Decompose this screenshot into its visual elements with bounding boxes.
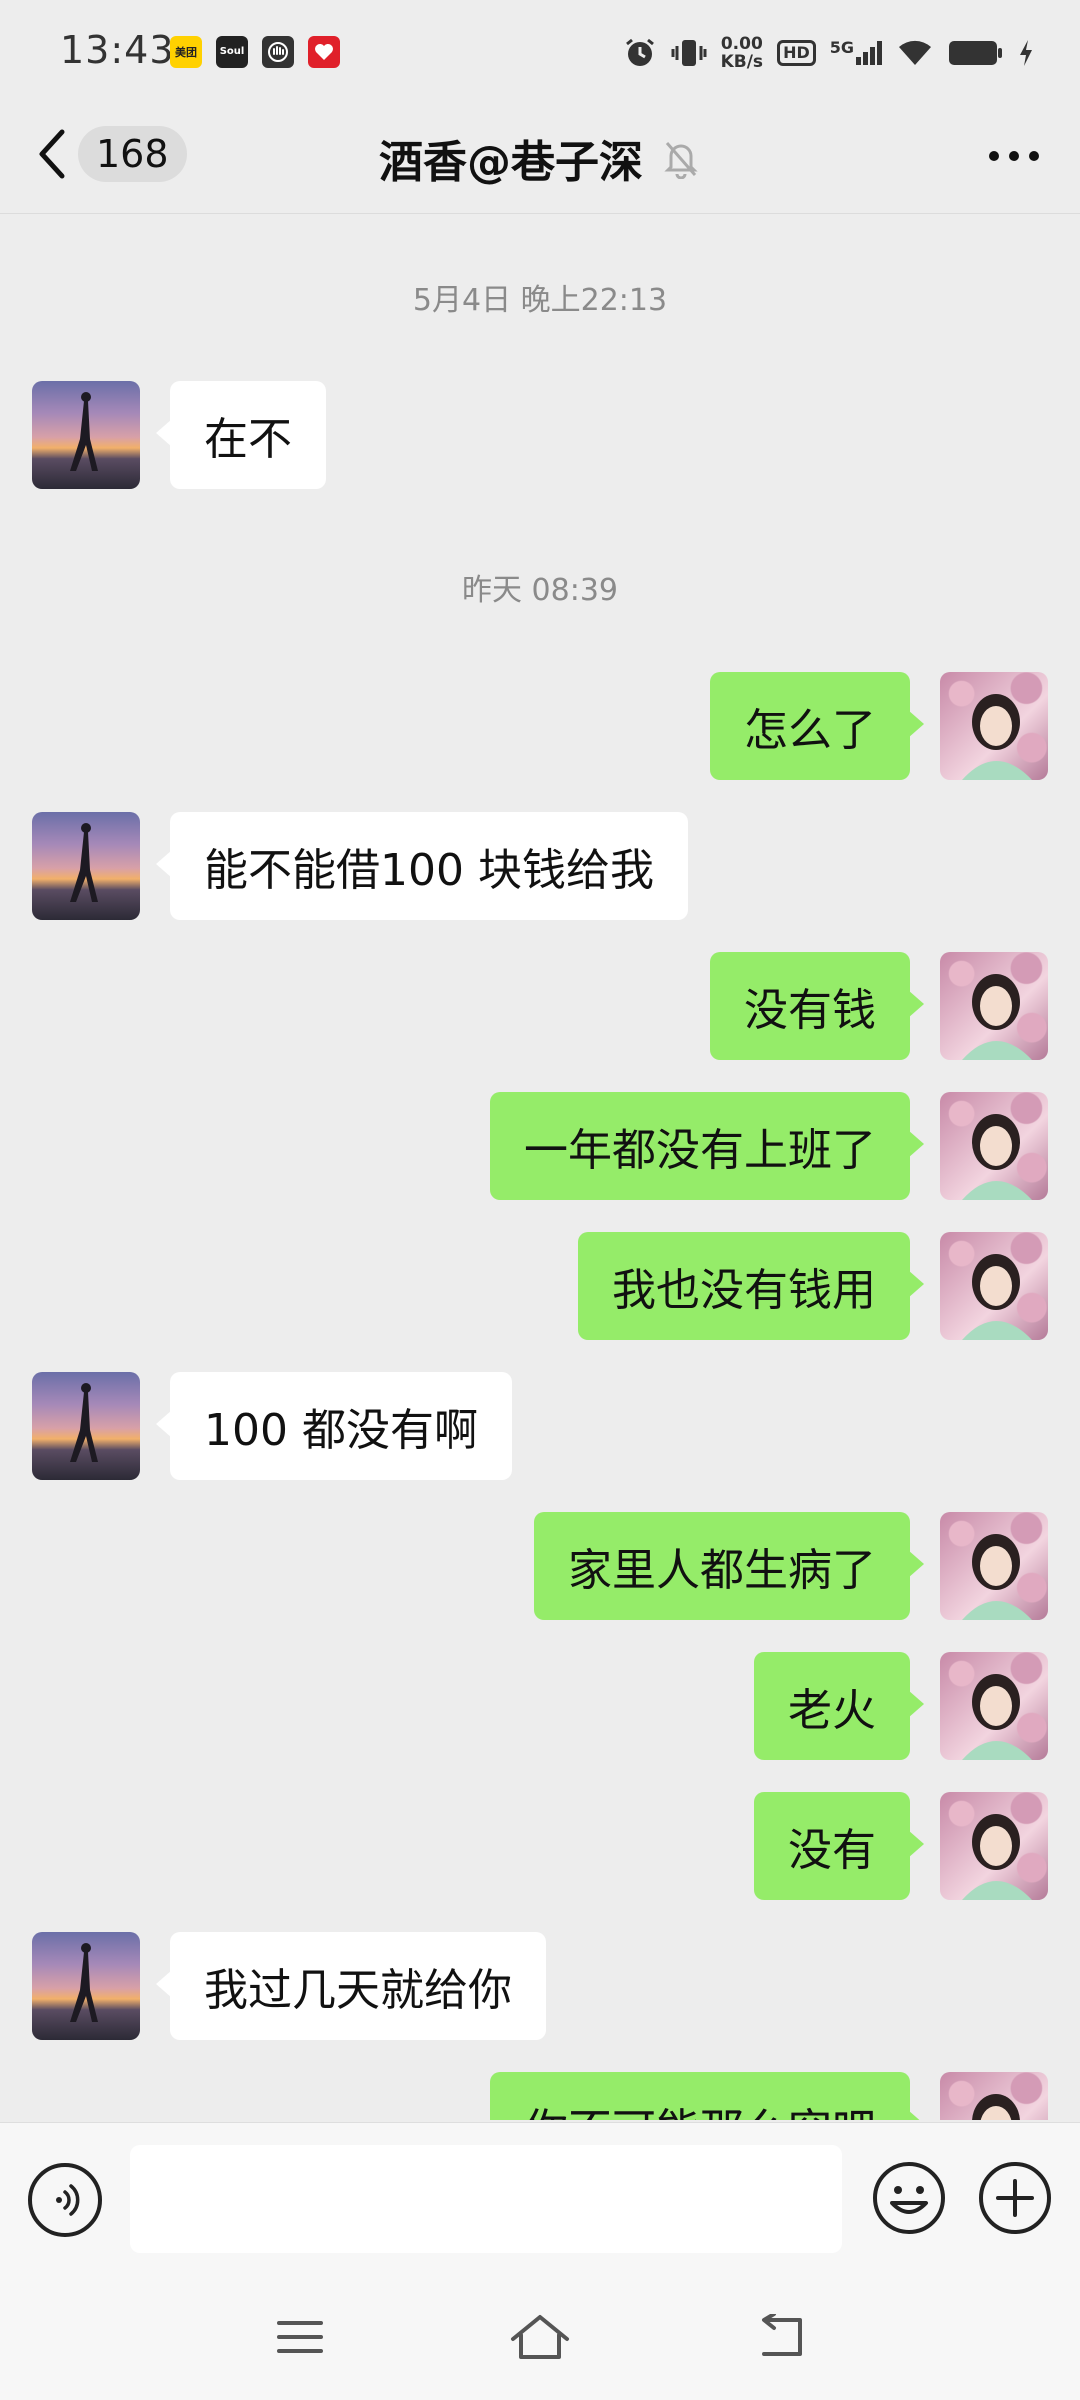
message-bubble[interactable]: 没有钱 [710, 952, 924, 1060]
notification-icons: 美团 Soul [170, 36, 340, 68]
battery-icon [949, 41, 1002, 65]
vibrate-icon [671, 40, 707, 66]
contact-avatar[interactable] [32, 1932, 140, 2040]
my-avatar[interactable] [940, 1512, 1048, 1620]
more-dots-icon [989, 151, 1039, 161]
message-bubble[interactable]: 我也没有钱用 [578, 1232, 924, 1340]
message-bubble[interactable]: 没有 [754, 1792, 924, 1900]
more-functions-button[interactable] [976, 2159, 1054, 2237]
message-row: 我过几天就给你 [0, 1932, 1080, 2040]
wifi-icon [899, 40, 931, 65]
emoji-icon [873, 2162, 945, 2234]
signal-icon: 5G [830, 38, 882, 65]
chat-header: 168 酒香@巷子深 [0, 104, 1080, 214]
my-avatar[interactable] [940, 1232, 1048, 1340]
status-bar: 13:43 美团 Soul 0.00 KB/s HD 5G [0, 0, 1080, 104]
voice-icon [56, 2184, 80, 2216]
message-bubble[interactable]: 一年都没有上班了 [490, 1092, 924, 1200]
my-avatar[interactable] [940, 1092, 1048, 1200]
message-row: 你不可能那么穷吧 [0, 2072, 1080, 2120]
message-bubble[interactable]: 在不 [156, 381, 326, 489]
timestamp: 5月4日 晚上22:13 [412, 283, 668, 318]
home-icon [511, 2315, 569, 2359]
message-row: 100 都没有啊 [0, 1372, 1080, 1480]
more-options-button[interactable] [982, 128, 1046, 184]
timestamp: 昨天 08:39 [462, 573, 618, 608]
chat-screen: 13:43 美团 Soul 0.00 KB/s HD 5G 168 酒香@巷子深… [0, 0, 1080, 2400]
contact-avatar[interactable] [32, 812, 140, 920]
net-speed: 0.00 KB/s [720, 34, 764, 72]
my-avatar[interactable] [940, 952, 1048, 1060]
system-nav-bar [0, 2276, 1080, 2400]
message-bubble[interactable]: 100 都没有啊 [156, 1372, 512, 1480]
message-row: 没有钱 [0, 952, 1080, 1060]
alarm-icon [625, 38, 654, 66]
contact-avatar[interactable] [32, 1372, 140, 1480]
chat-title: 酒香@巷子深 [379, 137, 643, 188]
my-avatar[interactable] [940, 1792, 1048, 1900]
menu-icon [277, 2321, 323, 2353]
message-row: 怎么了 [0, 672, 1080, 780]
hd-badge: HD [777, 40, 816, 66]
message-row: 能不能借100 块钱给我 [0, 812, 1080, 920]
input-bar [0, 2122, 1080, 2276]
back-icon [762, 2314, 802, 2356]
my-avatar[interactable] [940, 1652, 1048, 1760]
message-bubble[interactable]: 怎么了 [710, 672, 924, 780]
nav-menu-button[interactable] [260, 2302, 340, 2372]
red-app-icon [308, 36, 340, 68]
status-time: 13:43 [60, 28, 175, 72]
message-row: 一年都没有上班了 [0, 1092, 1080, 1200]
message-input[interactable] [130, 2145, 842, 2253]
message-bubble[interactable]: 能不能借100 块钱给我 [156, 812, 688, 920]
soul-app-icon: Soul [216, 36, 248, 68]
message-row: 我也没有钱用 [0, 1232, 1080, 1340]
message-row: 在不 [0, 381, 1080, 489]
hand-app-icon [262, 36, 294, 68]
nav-home-button[interactable] [500, 2302, 580, 2372]
message-bubble[interactable]: 你不可能那么穷吧 [490, 2072, 924, 2120]
message-bubble[interactable]: 我过几天就给你 [156, 1932, 546, 2040]
message-row: 家里人都生病了 [0, 1512, 1080, 1620]
voice-button[interactable] [28, 2163, 102, 2237]
message-bubble[interactable]: 家里人都生病了 [534, 1512, 924, 1620]
charging-icon [1020, 40, 1032, 66]
emoji-button[interactable] [870, 2159, 948, 2237]
status-right-icons: 0.00 KB/s HD 5G [623, 28, 1034, 78]
chat-title-container: 酒香@巷子深 [0, 126, 1080, 190]
contact-avatar[interactable] [32, 381, 140, 489]
my-avatar[interactable] [940, 672, 1048, 780]
message-bubble[interactable]: 老火 [754, 1652, 924, 1760]
meituan-app-icon: 美团 [170, 36, 202, 68]
plus-icon [979, 2162, 1051, 2234]
bell-off-icon [664, 142, 698, 179]
message-row: 没有 [0, 1792, 1080, 1900]
my-avatar[interactable] [940, 2072, 1048, 2120]
message-list[interactable]: 5月4日 晚上22:13 在不 昨天 08:39 怎么了 能不能借100 块钱给… [0, 215, 1080, 2120]
message-row: 老火 [0, 1652, 1080, 1760]
nav-back-button[interactable] [740, 2302, 820, 2372]
